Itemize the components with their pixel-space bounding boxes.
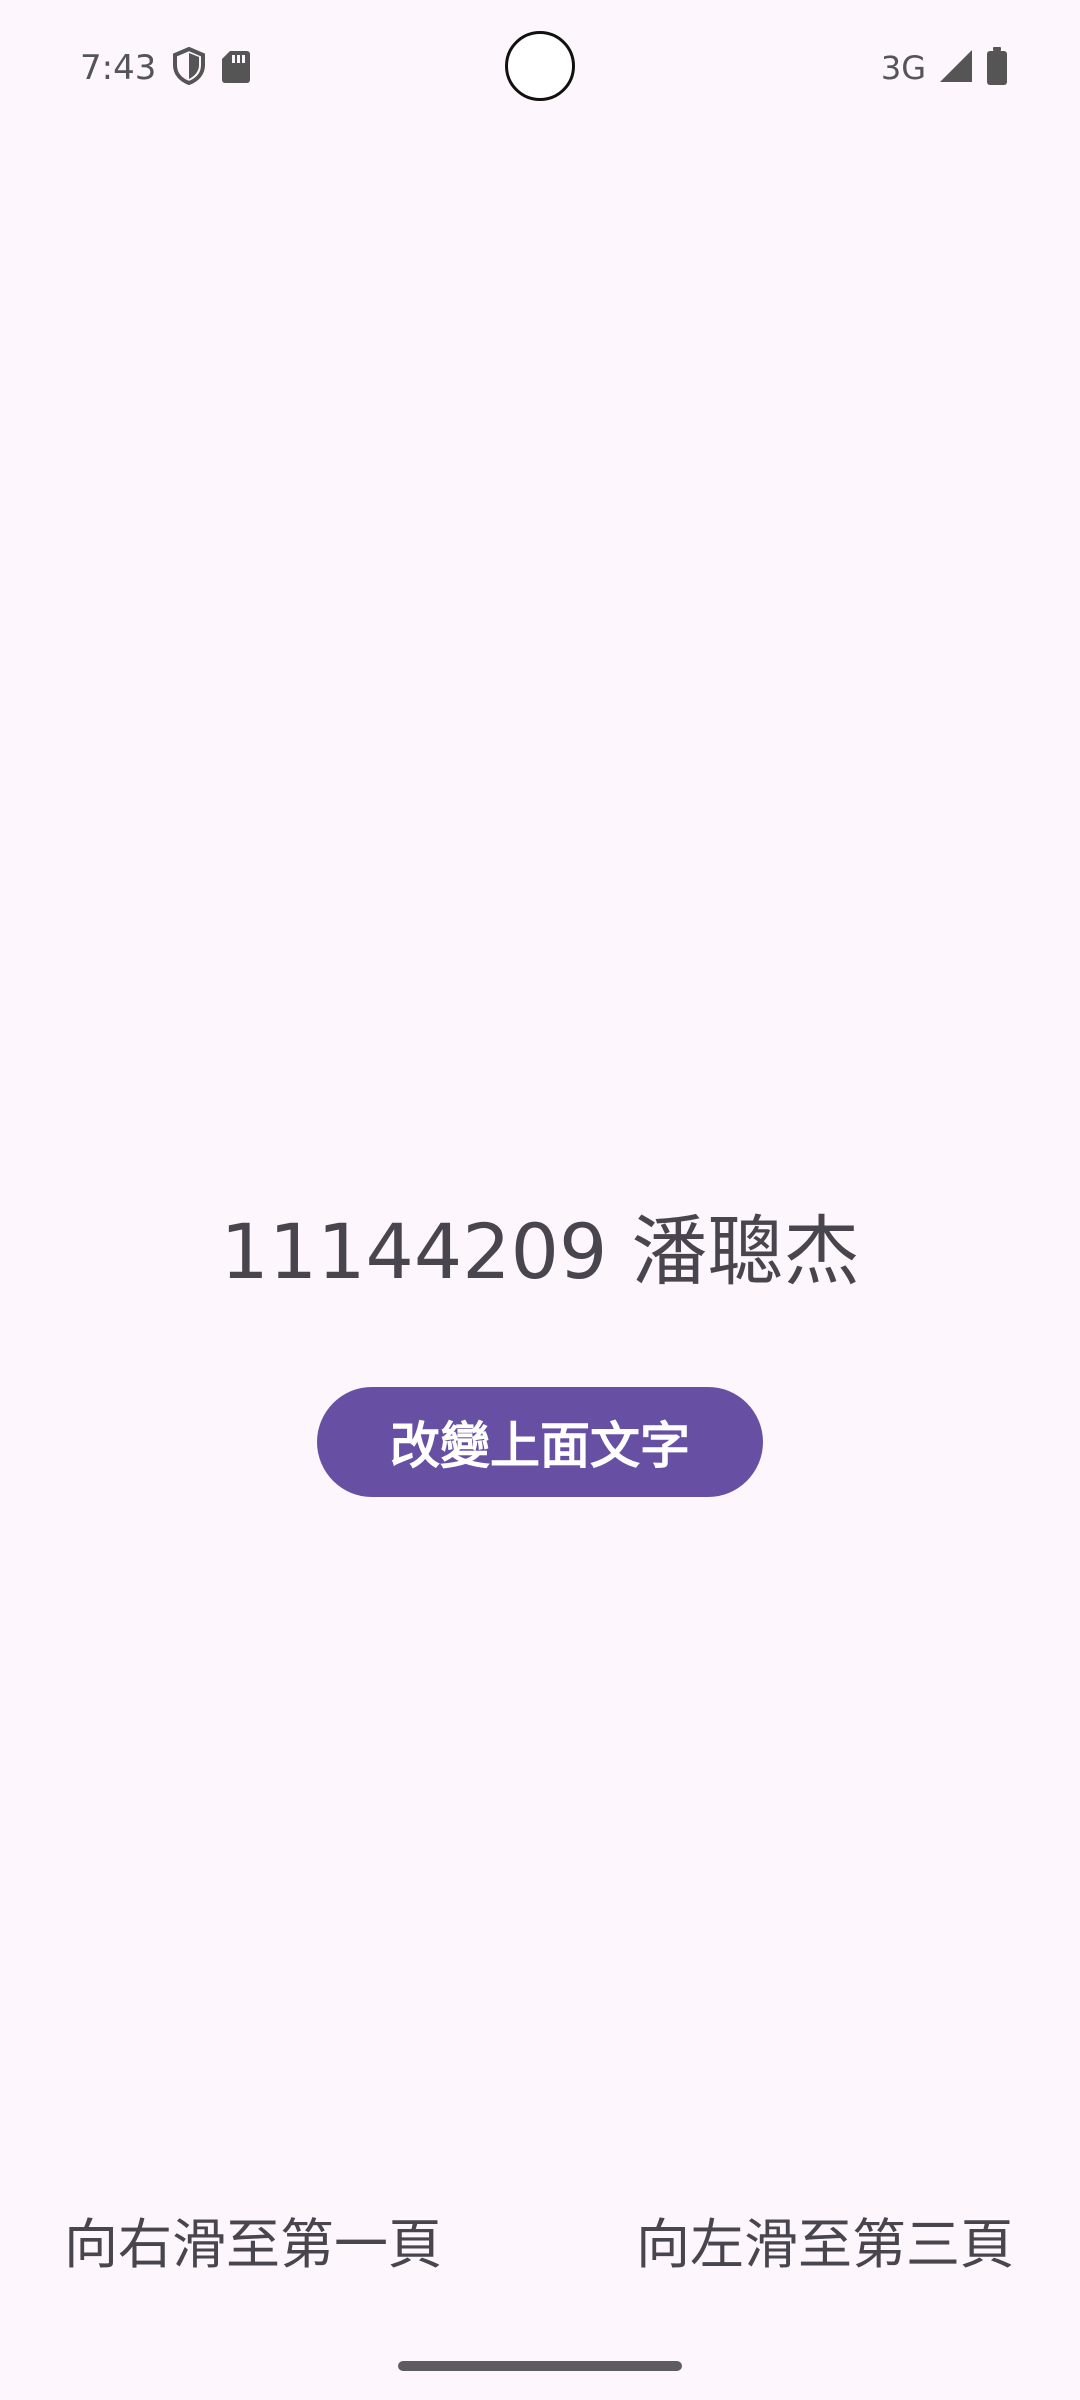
- home-indicator[interactable]: [398, 2361, 682, 2371]
- shield-icon: [172, 46, 206, 89]
- status-time: 7:43: [80, 48, 157, 88]
- network-type: 3G: [880, 49, 926, 87]
- sd-card-icon: [222, 49, 251, 87]
- signal-icon: [938, 48, 974, 88]
- display-text: 11144209 潘聰杰: [220, 1207, 860, 1296]
- swipe-left-hint: 向左滑至第三頁: [636, 2213, 1014, 2276]
- change-text-button[interactable]: 改變上面文字: [317, 1387, 763, 1497]
- front-camera-cutout: [505, 31, 575, 101]
- swipe-right-hint: 向右滑至第一頁: [64, 2213, 442, 2276]
- status-right: 3G: [881, 44, 1008, 92]
- status-bar: 7:43 3G: [0, 0, 1080, 136]
- status-left: 7:43: [80, 44, 251, 92]
- battery-icon: [986, 47, 1008, 89]
